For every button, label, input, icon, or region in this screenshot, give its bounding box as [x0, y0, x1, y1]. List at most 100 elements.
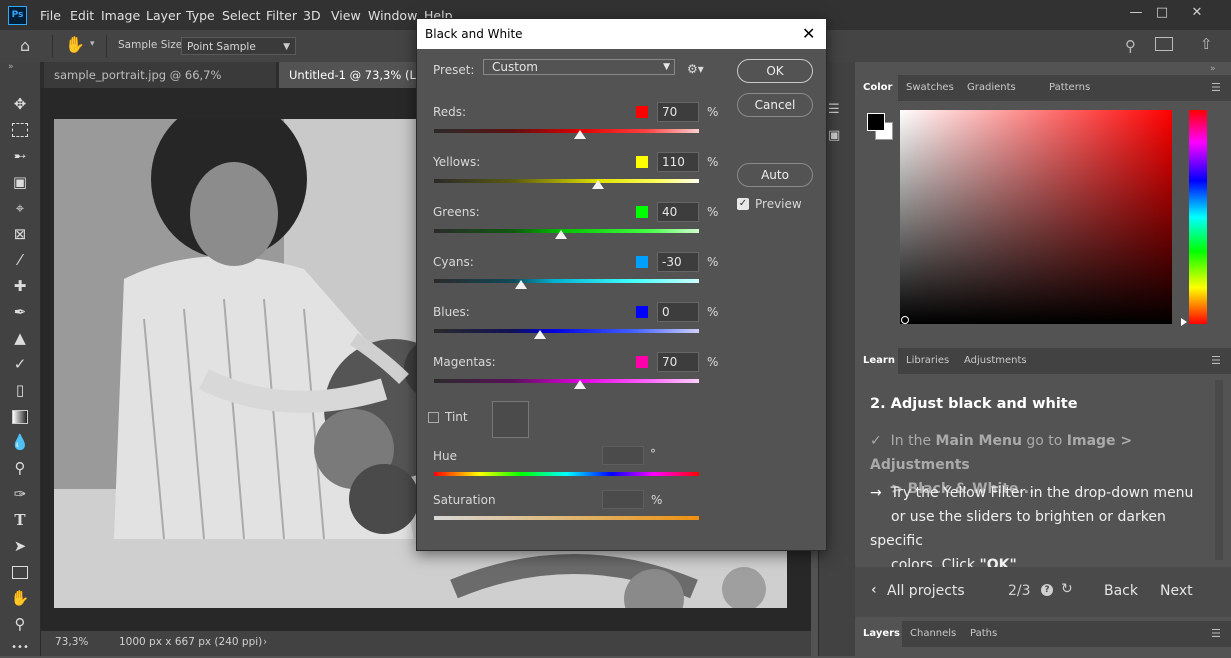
sample-size-select[interactable]: Point Sample ▼: [181, 37, 296, 55]
marquee-tool-icon[interactable]: [10, 120, 30, 140]
chevron-left-icon[interactable]: ‹: [871, 582, 877, 598]
workspace-icon[interactable]: [1155, 37, 1173, 51]
magentas-slider-thumb[interactable]: [573, 380, 586, 389]
menu-3d[interactable]: 3D: [303, 8, 321, 23]
eyedropper-tool-icon[interactable]: ⁄: [10, 250, 30, 270]
menu-image[interactable]: Image: [101, 8, 140, 23]
greens-slider-thumb[interactable]: [555, 230, 568, 239]
tint-checkbox[interactable]: [428, 412, 439, 423]
yellows-value-input[interactable]: 110: [657, 152, 699, 172]
type-tool-icon[interactable]: T: [10, 510, 30, 530]
eraser-tool-icon[interactable]: ▯: [10, 380, 30, 400]
menu-select[interactable]: Select: [222, 8, 261, 23]
path-selection-tool-icon[interactable]: ➤: [10, 536, 30, 556]
collapse-icon[interactable]: »: [1210, 64, 1216, 74]
stamp-tool-icon[interactable]: ▲: [10, 328, 30, 348]
zoom-tool-icon[interactable]: ⚲: [10, 614, 30, 634]
close-icon[interactable]: ✕: [802, 19, 815, 49]
auto-button[interactable]: Auto: [737, 163, 813, 187]
all-projects-link[interactable]: All projects: [887, 583, 965, 599]
learn-scrollbar[interactable]: [1215, 380, 1223, 560]
tab-gradients[interactable]: Gradients: [959, 75, 1024, 101]
blues-slider-track[interactable]: [434, 329, 699, 333]
tab-channels[interactable]: Channels: [902, 621, 964, 647]
color-picker-marker[interactable]: [901, 316, 909, 324]
menu-type[interactable]: Type: [186, 8, 215, 23]
tab-layers[interactable]: Layers: [855, 621, 902, 647]
eyedropper-hand-icon[interactable]: ✋: [65, 35, 85, 54]
home-icon[interactable]: ⌂: [20, 36, 42, 56]
tab-paths[interactable]: Paths: [962, 621, 1005, 647]
tab-learn[interactable]: Learn: [855, 348, 898, 374]
hand-tool-icon[interactable]: ✋: [10, 588, 30, 608]
3d-icon[interactable]: ▣: [828, 128, 840, 143]
menu-edit[interactable]: Edit: [70, 8, 94, 23]
next-button[interactable]: Next: [1160, 583, 1193, 599]
tab-patterns[interactable]: Patterns: [1041, 75, 1098, 101]
collapse-icon[interactable]: »: [8, 62, 14, 72]
close-window-icon[interactable]: ✕: [1188, 5, 1206, 21]
cancel-button[interactable]: Cancel: [737, 93, 813, 117]
frame-tool-icon[interactable]: ⊠: [10, 224, 30, 244]
history-brush-tool-icon[interactable]: ✓: [10, 354, 30, 374]
menu-layer[interactable]: Layer: [146, 8, 181, 23]
search-icon[interactable]: ⚲: [1125, 37, 1136, 55]
back-button[interactable]: Back: [1104, 583, 1138, 599]
help-icon[interactable]: ?: [1041, 584, 1053, 596]
preset-select[interactable]: Custom ▼: [483, 59, 675, 75]
chevron-down-icon[interactable]: ▾: [90, 39, 95, 49]
object-selection-tool-icon[interactable]: ▣: [10, 172, 30, 192]
panel-menu-icon[interactable]: ☰: [1211, 354, 1221, 367]
hue-slider-thumb[interactable]: [1181, 318, 1187, 326]
foreground-color-swatch[interactable]: [867, 113, 885, 131]
preview-checkbox[interactable]: ✓: [737, 198, 749, 210]
blues-slider-thumb[interactable]: [534, 330, 546, 339]
properties-icon[interactable]: ☰: [828, 102, 840, 117]
chevron-right-icon[interactable]: ›: [263, 636, 267, 648]
reds-slider-thumb[interactable]: [573, 130, 586, 139]
maximize-icon[interactable]: □: [1153, 5, 1171, 21]
lasso-tool-icon[interactable]: ➸: [10, 146, 30, 166]
blur-tool-icon[interactable]: 💧: [10, 432, 30, 452]
crop-tool-icon[interactable]: ⌖: [10, 198, 30, 218]
yellows-slider-track[interactable]: [434, 179, 699, 183]
panel-menu-icon[interactable]: ☰: [1211, 627, 1221, 640]
dodge-tool-icon[interactable]: ⚲: [10, 458, 30, 478]
menu-file[interactable]: File: [40, 8, 61, 23]
panel-menu-icon[interactable]: ☰: [1211, 81, 1221, 94]
move-tool-icon[interactable]: ✥: [10, 94, 30, 114]
tab-untitled-1[interactable]: Untitled-1 @ 73,3% (Lay: [279, 62, 419, 88]
blues-value-input[interactable]: 0: [657, 302, 699, 322]
greens-value-input[interactable]: 40: [657, 202, 699, 222]
minimize-icon[interactable]: —: [1127, 5, 1145, 21]
magentas-slider-track[interactable]: [434, 379, 699, 383]
healing-brush-tool-icon[interactable]: ✚: [10, 276, 30, 296]
tab-color[interactable]: Color: [855, 75, 898, 101]
color-field[interactable]: [900, 110, 1172, 324]
tab-sample-portrait[interactable]: sample_portrait.jpg @ 66,7% (RGB/8*) ×: [44, 62, 276, 108]
tab-swatches[interactable]: Swatches: [898, 75, 962, 101]
brush-tool-icon[interactable]: ✒: [10, 302, 30, 322]
reds-value-input[interactable]: 70: [657, 102, 699, 122]
cyans-slider-thumb[interactable]: [515, 280, 528, 289]
ok-button[interactable]: OK: [737, 59, 813, 83]
pen-tool-icon[interactable]: ✑: [10, 484, 30, 504]
hue-slider[interactable]: [1189, 110, 1207, 324]
zoom-level[interactable]: 73,3%: [55, 636, 88, 648]
cyans-slider-track[interactable]: [434, 279, 699, 283]
preset-options-gear-icon[interactable]: ⚙▾: [687, 62, 704, 76]
tab-adjustments[interactable]: Adjustments: [956, 348, 1035, 374]
gradient-tool-icon[interactable]: [10, 406, 30, 426]
menu-view[interactable]: View: [331, 8, 361, 23]
more-tools-icon[interactable]: •••: [10, 638, 30, 658]
tab-libraries[interactable]: Libraries: [898, 348, 957, 374]
reds-slider-track[interactable]: [434, 129, 699, 133]
rectangle-tool-icon[interactable]: [10, 562, 30, 582]
menu-window[interactable]: Window: [368, 8, 417, 23]
yellows-slider-thumb[interactable]: [592, 180, 605, 189]
refresh-icon[interactable]: ↻: [1061, 581, 1073, 597]
cyans-value-input[interactable]: -30: [657, 252, 699, 272]
magentas-value-input[interactable]: 70: [657, 352, 699, 372]
share-icon[interactable]: ⇧: [1200, 35, 1213, 53]
menu-filter[interactable]: Filter: [266, 8, 297, 23]
